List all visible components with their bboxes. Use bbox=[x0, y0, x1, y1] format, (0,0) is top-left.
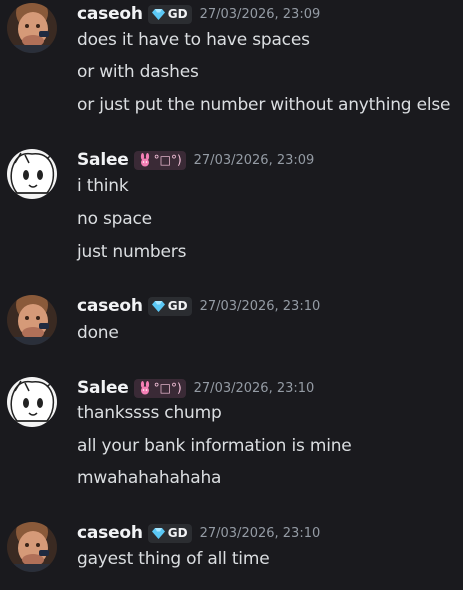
message-text: thankssss chump bbox=[77, 403, 222, 423]
message-header: Salee °□°) 27/03/2026, 23:10 bbox=[77, 377, 314, 399]
message-header: caseoh GD 27/03/2026, 23:10 bbox=[77, 295, 320, 317]
timestamp[interactable]: 27/03/2026, 23:09 bbox=[194, 153, 315, 168]
guild-tag[interactable]: °□°) bbox=[133, 150, 186, 170]
timestamp[interactable]: 27/03/2026, 23:09 bbox=[200, 7, 321, 22]
message-text: done bbox=[77, 323, 119, 343]
gem-icon bbox=[151, 527, 165, 539]
timestamp[interactable]: 27/03/2026, 23:10 bbox=[194, 381, 315, 396]
chat-message-list: caseoh GD 27/03/2026, 23:09 does it have… bbox=[0, 0, 463, 590]
guild-tag-label: GD bbox=[167, 7, 188, 21]
message-text: i think bbox=[77, 176, 129, 196]
guild-tag[interactable]: GD bbox=[147, 296, 192, 316]
message-header: caseoh GD 27/03/2026, 23:10 bbox=[77, 522, 320, 544]
guild-tag[interactable]: GD bbox=[147, 4, 192, 24]
message-text: no space bbox=[77, 209, 152, 229]
username[interactable]: caseoh bbox=[77, 296, 143, 316]
guild-tag-label: °□°) bbox=[153, 153, 182, 167]
username[interactable]: caseoh bbox=[77, 523, 143, 543]
avatar[interactable] bbox=[7, 3, 57, 53]
message-header: Salee °□°) 27/03/2026, 23:09 bbox=[77, 149, 314, 171]
guild-tag[interactable]: °□°) bbox=[133, 378, 186, 398]
username[interactable]: Salee bbox=[77, 150, 129, 170]
avatar[interactable] bbox=[7, 522, 57, 572]
avatar[interactable] bbox=[7, 149, 57, 199]
message-text: or with dashes bbox=[77, 62, 199, 82]
bunny-icon bbox=[138, 381, 152, 395]
message-header: caseoh GD 27/03/2026, 23:09 bbox=[77, 3, 320, 25]
message-text: does it have to have spaces bbox=[77, 30, 310, 50]
guild-tag-label: GD bbox=[167, 526, 188, 540]
message-text: gayest thing of all time bbox=[77, 549, 270, 569]
message-text: all your bank information is mine bbox=[77, 436, 352, 456]
avatar[interactable] bbox=[7, 295, 57, 345]
guild-tag-label: °□°) bbox=[153, 381, 182, 395]
username[interactable]: caseoh bbox=[77, 4, 143, 24]
gem-icon bbox=[151, 300, 165, 312]
guild-tag-label: GD bbox=[167, 299, 188, 313]
guild-tag[interactable]: GD bbox=[147, 523, 192, 543]
message-text: mwahahahahaha bbox=[77, 468, 222, 488]
avatar[interactable] bbox=[7, 377, 57, 427]
timestamp[interactable]: 27/03/2026, 23:10 bbox=[200, 299, 321, 314]
message-text: just numbers bbox=[77, 242, 187, 262]
bunny-icon bbox=[138, 153, 152, 167]
timestamp[interactable]: 27/03/2026, 23:10 bbox=[200, 526, 321, 541]
username[interactable]: Salee bbox=[77, 378, 129, 398]
gem-icon bbox=[151, 8, 165, 20]
message-text: or just put the number without anything … bbox=[77, 95, 451, 115]
